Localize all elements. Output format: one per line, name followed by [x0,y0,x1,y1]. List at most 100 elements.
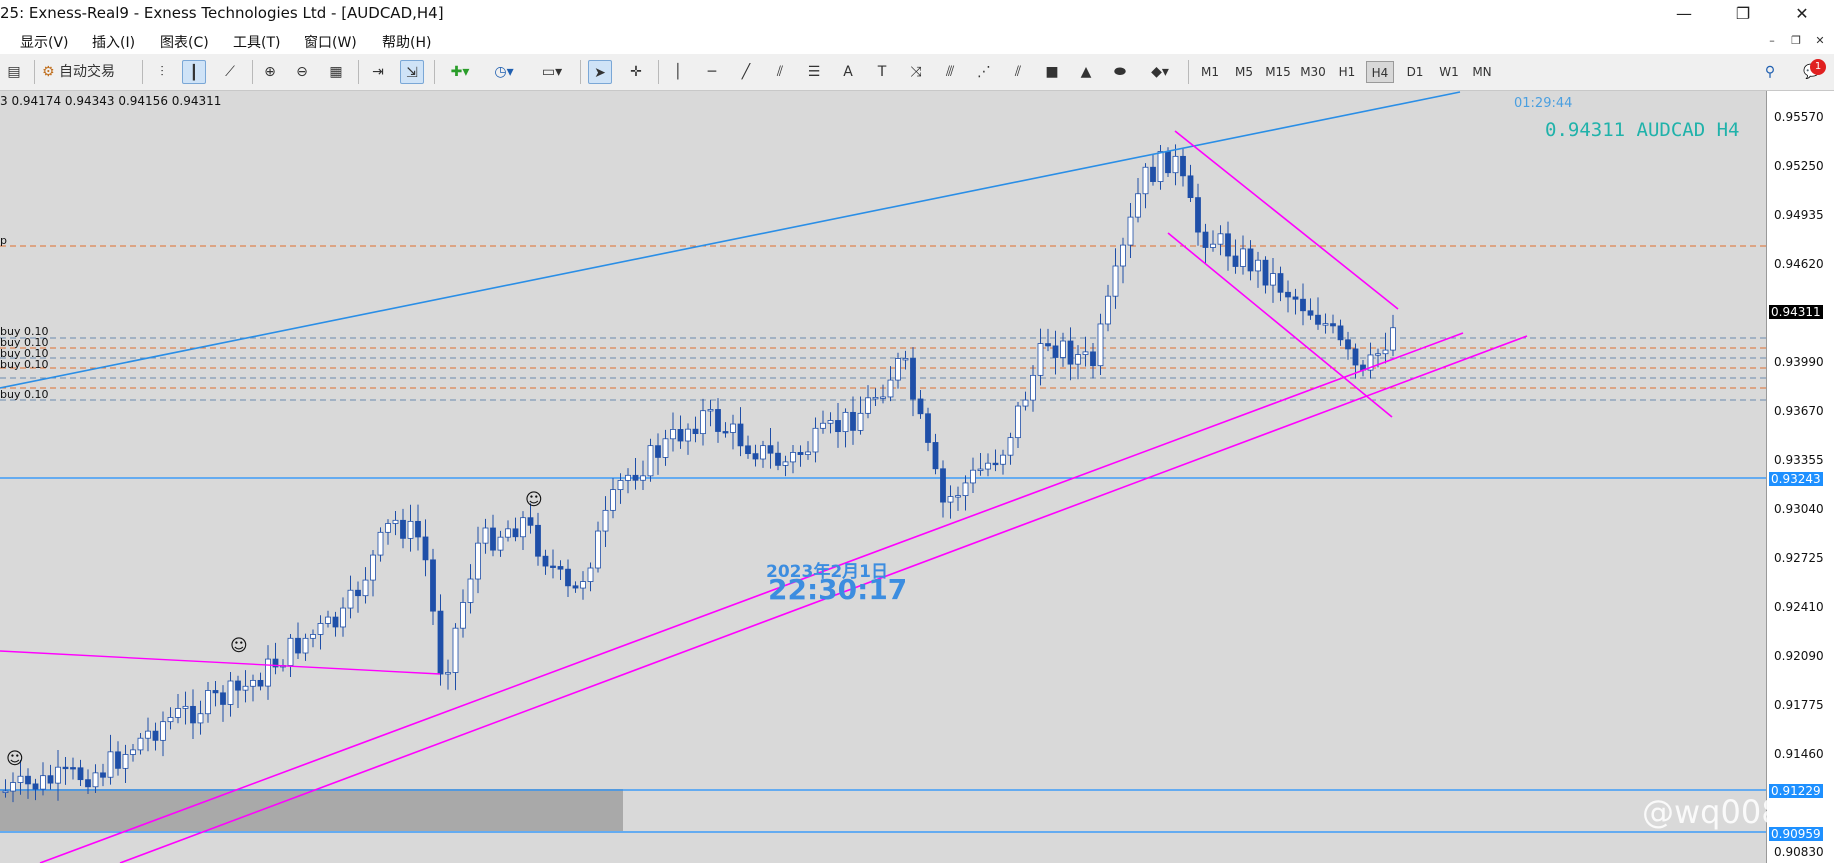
mdi-minimize-button[interactable]: – [1762,32,1782,50]
equidistant-channel-icon[interactable]: ⫽ [768,60,792,84]
hline-price-box: 0.93243 [1769,472,1823,486]
notifications-button[interactable]: 💬 1 [1794,59,1830,84]
zoom-out-icon[interactable]: ⊖ [290,60,314,84]
candle-body [1255,259,1261,272]
ellipse-icon[interactable]: ⬬ [1108,60,1132,84]
triangle-icon[interactable]: ▲ [1074,60,1098,84]
candle-body [1292,296,1299,300]
more-shapes-icon[interactable]: ◆▾ [1142,60,1178,84]
zoom-in-icon[interactable]: ⊕ [258,60,282,84]
candle-body [392,519,399,524]
fibo-fan-icon[interactable]: ⋰ [972,60,996,84]
close-button[interactable]: ✕ [1782,2,1822,26]
line-chart-icon[interactable]: ⟋ [218,60,242,84]
toolbar-separator [1188,60,1189,84]
candle-body [1090,351,1096,367]
rectangle-icon[interactable]: ■ [1040,60,1064,84]
timeframe-d1[interactable]: D1 [1401,61,1429,83]
candlestick-chart-icon[interactable]: ┃ [182,60,206,84]
candle-body [1210,243,1216,248]
auto-scroll-icon[interactable]: ⇲ [400,60,424,84]
trendline-icon[interactable]: ╱ [734,60,758,84]
candle-body [535,524,541,557]
candle-body [385,523,391,533]
candle-body [160,721,166,741]
candle-body [437,610,444,675]
vertical-line-icon[interactable]: │ [666,60,690,84]
candle-body [1022,399,1029,407]
gann-icon[interactable]: ⫻ [938,60,962,84]
crosshair-icon[interactable]: ✛ [624,60,648,84]
price-chart[interactable] [0,91,1766,863]
magenta-trendline [0,650,441,675]
candle-body [1067,340,1074,365]
timeframe-m5[interactable]: M5 [1230,61,1258,83]
candle-body [1315,314,1321,325]
candle-body [985,462,991,470]
menu-help[interactable]: 帮助(H) [382,32,431,52]
chart-window[interactable]: 3 0.94174 0.94343 0.94156 0.94311 01:29:… [0,91,1834,863]
periods-icon[interactable]: ◷▾ [486,60,522,84]
candle-body [505,528,511,538]
watermark: @wq008 [1642,793,1782,831]
mdi-restore-button[interactable]: ❐ [1786,32,1806,50]
candle-body [895,358,901,381]
candle-body [257,679,264,687]
fibonacci-icon[interactable]: ☰ [802,60,826,84]
candle-body [1217,233,1224,245]
menu-insert[interactable]: 插入(I) [92,32,135,52]
timeframe-h1[interactable]: H1 [1333,61,1361,83]
toolbar-separator [580,60,581,84]
chart-shift-icon[interactable]: ⇥ [366,60,390,84]
navigator-icon[interactable]: ▤ [2,60,26,84]
price-tick: 0.95570 [1774,110,1824,124]
timeframe-h4[interactable]: H4 [1366,61,1394,83]
menu-view[interactable]: 显示(V) [20,32,69,52]
timeframe-w1[interactable]: W1 [1435,61,1463,83]
candle-body [2,790,9,793]
text-icon[interactable]: A [836,60,860,84]
timeframe-m30[interactable]: M30 [1297,61,1329,83]
candle-body [115,751,121,769]
candle-body [295,637,301,654]
candle-body [10,782,16,792]
timeframe-mn[interactable]: MN [1468,61,1496,83]
expert-smiley-icon: ☺ [6,749,24,769]
candle-body [737,423,744,447]
candle-body [812,427,819,453]
timeframe-m15[interactable]: M15 [1262,61,1294,83]
candle-body [130,749,136,755]
candle-body [1330,323,1336,327]
timeframe-m1[interactable]: M1 [1196,61,1224,83]
candle-body [100,772,106,778]
candle-body [865,397,871,414]
candle-body [175,708,181,718]
menu-charts[interactable]: 图表(C) [160,32,209,52]
bar-chart-icon[interactable]: ⫶ [150,60,174,84]
channel-icon[interactable]: ⫽ [1006,60,1030,84]
candle-body [167,717,174,723]
minimize-button[interactable]: — [1664,2,1704,26]
templates-icon[interactable]: ▭▾ [534,60,570,84]
symbol-price-label: 0.94311 AUDCAD H4 [1545,119,1740,141]
candle-body [265,658,271,687]
candle-body [415,520,421,538]
candle-body [145,730,151,739]
arrows-icon[interactable]: ⤨ [904,60,928,84]
indicators-icon[interactable]: ✚▾ [442,60,478,84]
maximize-button[interactable]: ❐ [1723,2,1763,26]
cursor-icon[interactable]: ➤ [588,60,612,84]
menu-tools[interactable]: 工具(T) [233,32,280,52]
candle-body [745,445,751,455]
candle-body [250,679,256,687]
search-icon[interactable]: ⚲ [1758,60,1782,84]
horizontal-line-icon[interactable]: ─ [700,60,724,84]
candle-body [235,680,241,691]
candle-body [1082,351,1089,355]
candle-body [1127,216,1134,246]
auto-trading-button[interactable]: ⚙ 自动交易 [42,60,134,84]
text-label-icon[interactable]: T [870,60,894,84]
menu-window[interactable]: 窗口(W) [304,32,357,52]
mdi-close-button[interactable]: ✕ [1810,32,1830,50]
tile-windows-icon[interactable]: ▦ [324,60,348,84]
